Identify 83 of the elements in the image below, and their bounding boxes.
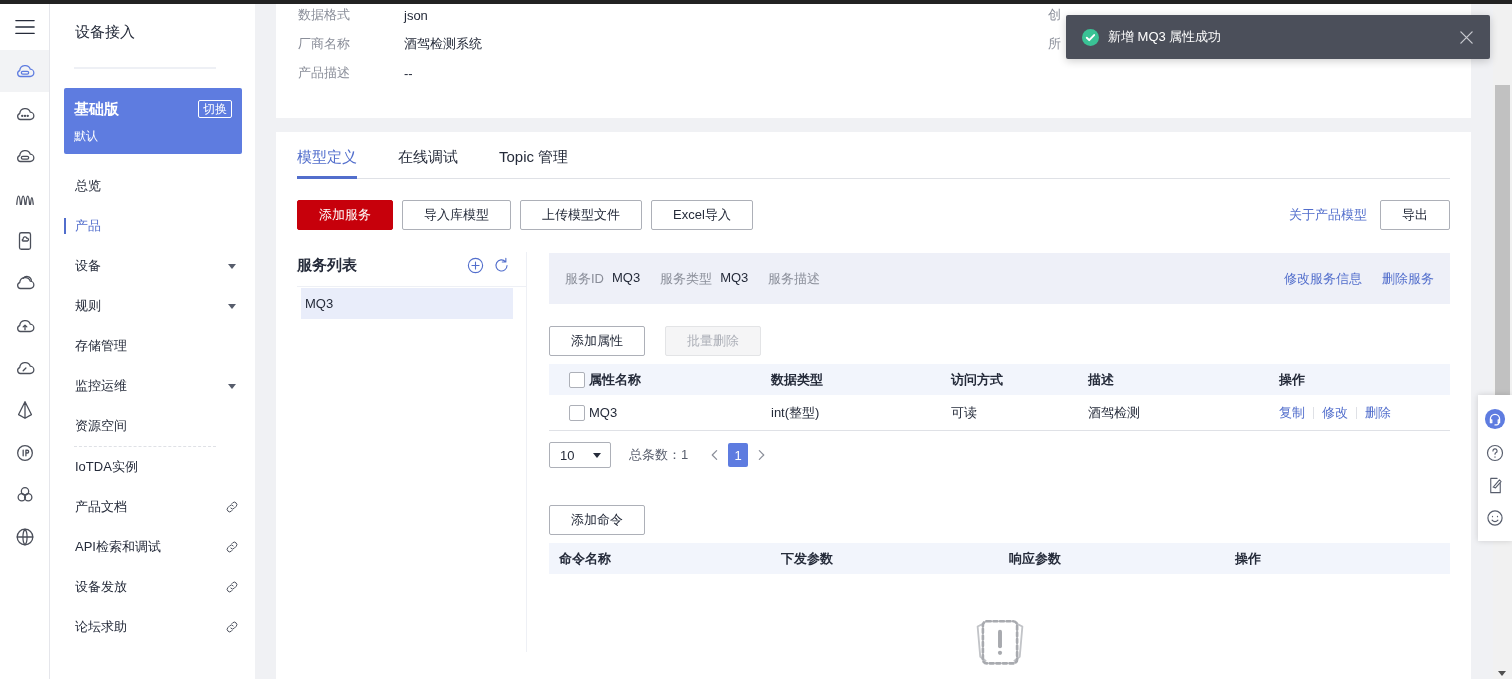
help-link[interactable]: 关于产品模型	[1289, 206, 1367, 224]
toast-message: 新增 MQ3 属性成功	[1108, 28, 1223, 46]
total-count: 总条数：1	[629, 446, 689, 464]
sidebar-item[interactable]: IoTDA实例	[64, 447, 242, 487]
switch-button[interactable]: 切换	[198, 100, 232, 118]
field-label: 服务描述	[768, 269, 821, 288]
field-value: MQ3	[720, 269, 749, 287]
sidebar-item[interactable]: API检索和调试	[64, 527, 242, 567]
column-header: 操作	[1234, 549, 1262, 568]
link-icon[interactable]	[225, 540, 239, 554]
field-label: 服务类型	[660, 269, 713, 288]
page-size-select[interactable]: 10	[549, 442, 611, 468]
property-button[interactable]: 添加属性	[549, 326, 645, 356]
add-icon[interactable]	[466, 255, 485, 275]
service-item[interactable]: MQ3	[301, 288, 513, 319]
toolbar-button[interactable]: Excel导入	[651, 200, 753, 230]
column-header: 命令名称	[558, 549, 612, 568]
edition-name: 基础版	[74, 100, 120, 119]
add-command-button[interactable]: 添加命令	[549, 505, 645, 535]
table-cell-text: int(整型)	[771, 403, 821, 422]
action-link[interactable]: 修改	[1322, 403, 1348, 422]
column-header: 下发参数	[780, 549, 834, 568]
list-title: 服务列表	[297, 255, 357, 275]
table-cell-text: 可读	[951, 403, 978, 422]
action-link[interactable]: 修改服务信息	[1284, 269, 1362, 288]
scroll-down-icon[interactable]	[1498, 671, 1506, 676]
column-header: 数据类型	[771, 370, 824, 389]
check-icon	[1082, 28, 1099, 46]
sidebar-item[interactable]: 规则	[64, 286, 242, 326]
link-icon[interactable]	[225, 580, 239, 594]
field-value: --	[404, 65, 413, 81]
action-link[interactable]: 删除	[1365, 403, 1391, 422]
toolbar-button[interactable]: 导入库模型	[402, 200, 511, 230]
page-button[interactable]: 1	[728, 443, 749, 467]
column-header: 描述	[1088, 370, 1115, 389]
column-header: 访问方式	[951, 370, 1004, 389]
sidebar-item[interactable]: 论坛求助	[64, 607, 242, 647]
scrollbar-thumb[interactable]	[1495, 85, 1510, 395]
caret-icon	[228, 303, 236, 309]
sidebar-item[interactable]: 资源空间	[64, 406, 242, 446]
tab[interactable]: Topic 管理	[499, 148, 569, 179]
field-value: 酒驾检测系统	[404, 35, 482, 53]
caret-icon	[593, 452, 601, 458]
field-label: 服务ID	[565, 269, 604, 288]
column-header: 响应参数	[1008, 549, 1062, 568]
action-link[interactable]: 删除服务	[1382, 269, 1434, 288]
sidebar-item[interactable]: 监控运维	[64, 366, 242, 406]
field-label: 数据格式	[298, 6, 350, 24]
sidebar-item[interactable]: 设备发放	[64, 567, 242, 607]
sidebar-item[interactable]: 存储管理	[64, 326, 242, 366]
column-header: 操作	[1278, 370, 1306, 389]
field-value: json	[404, 7, 428, 23]
table-cell-text: MQ3	[589, 405, 619, 420]
sidebar-item[interactable]: 总览	[64, 166, 242, 206]
sidebar-item[interactable]: 产品文档	[64, 487, 242, 527]
smiley-icon[interactable]	[1485, 508, 1505, 529]
toolbar-button[interactable]: 添加服务	[297, 200, 393, 230]
field-label: 厂商名称	[298, 35, 350, 53]
caret-icon	[228, 383, 236, 389]
action-link[interactable]: 复制	[1279, 403, 1305, 422]
toolbar-button[interactable]: 上传模型文件	[520, 200, 642, 230]
checkbox[interactable]	[569, 404, 585, 421]
close-icon[interactable]	[1459, 29, 1474, 45]
sidebar-item[interactable]: 设备	[64, 246, 242, 286]
caret-icon	[228, 263, 236, 269]
field-label: 创	[1048, 6, 1061, 24]
help-icon[interactable]	[1485, 442, 1505, 463]
refresh-icon[interactable]	[492, 255, 511, 275]
headset-icon[interactable]	[1484, 407, 1506, 430]
column-header: 属性名称	[589, 370, 642, 389]
sidebar-item[interactable]: 产品	[64, 206, 242, 246]
tab[interactable]: 模型定义	[297, 148, 357, 179]
instance-name: 默认	[74, 128, 99, 145]
table-cell-text: 酒驾检测	[1088, 403, 1141, 422]
link-icon[interactable]	[225, 620, 239, 634]
field-label: 所	[1048, 35, 1061, 53]
field-value: MQ3	[612, 269, 641, 287]
tab[interactable]: 在线调试	[398, 148, 458, 179]
export-button[interactable]: 导出	[1380, 200, 1450, 230]
checkbox[interactable]	[569, 371, 585, 388]
section-title: 设备接入	[75, 22, 136, 42]
field-label: 产品描述	[298, 64, 350, 82]
link-icon[interactable]	[225, 500, 239, 514]
